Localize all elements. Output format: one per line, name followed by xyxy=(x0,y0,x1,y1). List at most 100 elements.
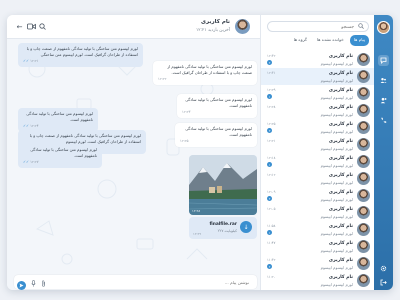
nav-rail xyxy=(374,15,393,290)
contact-avatar xyxy=(357,155,370,168)
landscape-photo xyxy=(189,155,257,215)
photo-message[interactable]: ۱۲:۲۸ xyxy=(189,155,257,215)
chat-list-item[interactable]: نام کاربری لورم ایپسوم ایپسوم ۱۱:۳۲ ۲ xyxy=(261,255,375,272)
contact-name: نام کاربری xyxy=(328,190,353,195)
contact-avatar xyxy=(357,87,370,100)
back-arrow-icon[interactable]: ← xyxy=(15,22,24,31)
phone-icon[interactable] xyxy=(378,115,389,126)
message-time: ۱۲:۲۵ xyxy=(267,122,276,126)
contact-avatar[interactable] xyxy=(235,19,250,34)
message-composer xyxy=(14,275,257,289)
chat-header: ← نام کاربری آخرین بازدید ۱۲:۲۱ xyxy=(7,15,260,39)
search-icon[interactable] xyxy=(358,23,364,31)
chat-list-item[interactable]: نام کاربری لورم ایپسوم ایپسوم ۱۲:۰۹ ۲ xyxy=(261,187,375,204)
download-icon[interactable]: ↓ xyxy=(240,221,252,233)
message-preview: لورم ایپسوم ایپسوم xyxy=(320,180,353,185)
chat-list-item[interactable]: نام کاربری لورم ایپسوم ایپسوم ۱۲:۲۵ ۳ xyxy=(261,119,375,136)
message-text: لورم ایپسوم متن ساختگی با تولید سادگی نا… xyxy=(185,126,252,137)
settings-icon[interactable] xyxy=(378,263,389,274)
chat-list-item[interactable]: نام کاربری لورم ایپسوم ایپسوم ۱۲:۳۱ xyxy=(261,68,375,85)
unread-badge: ۲ xyxy=(267,264,272,269)
message-time: ۱۲:۳۲ xyxy=(267,54,276,58)
read-receipt-icon: ✓✓ xyxy=(23,123,30,128)
message-preview: لورم ایپسوم ایپسوم xyxy=(320,282,353,287)
message-text: لورم ایپسوم متن ساختگی با تولید سادگی نا… xyxy=(29,133,141,144)
contact-name: نام کاربری xyxy=(328,122,353,127)
message-bubble[interactable]: لورم ایپسوم متن ساختگی با تولید سادگی نا… xyxy=(175,123,257,147)
users-icon[interactable] xyxy=(378,75,389,86)
message-bubble[interactable]: لورم ایپسوم متن ساختگی با تولید سادگی نا… xyxy=(18,108,98,133)
message-preview: لورم ایپسوم ایپسوم xyxy=(320,61,353,66)
message-text: لورم ایپسوم متن ساختگی با تولید سادگی نا… xyxy=(167,64,252,75)
send-button[interactable] xyxy=(17,281,26,290)
add-user-icon[interactable] xyxy=(378,95,389,106)
file-size: ۲۲۷ کیلوبایت xyxy=(217,229,237,233)
read-receipt-icon: ✓✓ xyxy=(23,58,30,63)
chat-list-item[interactable]: نام کاربری لورم ایپسوم ایپسوم ۱۲:۱۸ ۱ xyxy=(261,153,375,170)
tab-messages[interactable]: پیام ها xyxy=(349,35,369,46)
user-avatar[interactable] xyxy=(377,21,390,34)
contact-avatar xyxy=(357,104,370,117)
message-bubble[interactable]: لورم ایپسوم متن ساختگی با تولید سادگی نا… xyxy=(18,43,143,68)
unread-badge: ۱ xyxy=(267,94,272,99)
contact-avatar xyxy=(357,70,370,83)
contact-avatar xyxy=(357,206,370,219)
file-name: finalfile.rar xyxy=(209,222,237,227)
message-time: ۱۱:۳۲ xyxy=(267,258,276,262)
unread-badge: ۲ xyxy=(267,196,272,201)
message-time: ۱۱:۲۰ xyxy=(267,275,276,279)
contact-name: نام کاربری xyxy=(328,241,353,246)
contact-avatar xyxy=(357,138,370,151)
contact-name: نام کاربری xyxy=(328,54,353,59)
message-time: ۱۱:۴۷ xyxy=(267,241,276,245)
chat-icon[interactable] xyxy=(378,55,389,66)
logout-icon[interactable] xyxy=(378,277,389,288)
contact-avatar xyxy=(357,240,370,253)
chat-list-item[interactable]: نام کاربری لورم ایپسوم ایپسوم ۱۲:۱۲ xyxy=(261,170,375,187)
message-input[interactable] xyxy=(59,278,249,286)
message-time: ۱۲:۲۵ xyxy=(180,138,189,143)
chat-list-item[interactable]: نام کاربری لورم ایپسوم ایپسوم ۱۲:۲۱ xyxy=(261,136,375,153)
search-icon[interactable] xyxy=(38,22,47,31)
chat-list-item[interactable]: نام کاربری لورم ایپسوم ایپسوم ۱۲:۲۹ ۱ xyxy=(261,85,375,102)
chat-list-item[interactable]: نام کاربری لورم ایپسوم ایپسوم ۱۲:۲۸ xyxy=(261,102,375,119)
message-time: ۱۲:۰۵ xyxy=(267,207,276,211)
search-input[interactable] xyxy=(274,24,354,30)
contact-name: نام کاربری xyxy=(328,207,353,212)
message-text: لورم ایپسوم متن ساختگی با تولید سادگی نا… xyxy=(26,46,138,57)
chat-list-item[interactable]: نام کاربری لورم ایپسوم ایپسوم ۱۱:۵۸ ۱ xyxy=(261,221,375,238)
message-time: ۱۲:۲۹ xyxy=(267,88,276,92)
chat-list-item[interactable]: نام کاربری لورم ایپسوم ایپسوم ۱۱:۲۰ xyxy=(261,272,375,289)
contact-avatar xyxy=(357,274,370,287)
chat-pane: ← نام کاربری آخرین بازدید ۱۲:۲۱ لورم ایپ… xyxy=(7,15,260,290)
message-time: ۱۲:۱۸ xyxy=(267,156,276,160)
read-receipt-icon: ✓✓ xyxy=(23,159,30,164)
message-bubble[interactable]: لورم ایپسوم متن ساختگی با تولید سادگی نا… xyxy=(18,144,102,169)
video-call-icon[interactable] xyxy=(27,22,36,31)
message-bubble[interactable]: لورم ایپسوم متن ساختگی با تولید سادگی نا… xyxy=(177,94,257,118)
microphone-icon[interactable] xyxy=(31,280,36,289)
file-attachment[interactable]: ↓ finalfile.rar ۲۲۷ کیلوبایت ۱۲:۲۹ xyxy=(189,217,257,239)
tab-unread[interactable]: خوانده نشده ها xyxy=(313,35,348,46)
chat-list-item[interactable]: نام کاربری لورم ایپسوم ایپسوم ۱۲:۰۵ xyxy=(261,204,375,221)
message-bubble[interactable]: لورم ایپسوم متن ساختگی با تولید سادگی نا… xyxy=(153,61,257,85)
attach-icon[interactable] xyxy=(41,280,46,289)
chat-list-item[interactable]: نام کاربری لورم ایپسوم ایپسوم ۱۲:۳۲ ۲ xyxy=(261,51,375,68)
contact-avatar xyxy=(357,223,370,236)
message-preview: لورم ایپسوم ایپسوم xyxy=(320,248,353,253)
message-preview: لورم ایپسوم ایپسوم xyxy=(320,214,353,219)
message-text: لورم ایپسوم متن ساختگی با تولید سادگی نا… xyxy=(30,147,97,158)
message-preview: لورم ایپسوم ایپسوم xyxy=(320,78,353,83)
file-time: ۱۲:۲۹ xyxy=(193,232,202,236)
contact-name: نام کاربری xyxy=(200,19,230,25)
message-time: ۱۲:۰۹ xyxy=(267,190,276,194)
message-preview: لورم ایپسوم ایپسوم xyxy=(320,231,353,236)
chat-list-item[interactable]: نام کاربری لورم ایپسوم ایپسوم ۱۱:۴۷ xyxy=(261,238,375,255)
send-icon xyxy=(19,283,24,288)
tab-groups[interactable]: گروه ها xyxy=(290,35,311,46)
unread-badge: ۳ xyxy=(267,128,272,133)
contact-name: نام کاربری xyxy=(328,105,353,110)
contact-avatar xyxy=(357,172,370,185)
contact-avatar xyxy=(357,189,370,202)
message-text: لورم ایپسوم متن ساختگی با تولید سادگی نا… xyxy=(185,97,252,108)
